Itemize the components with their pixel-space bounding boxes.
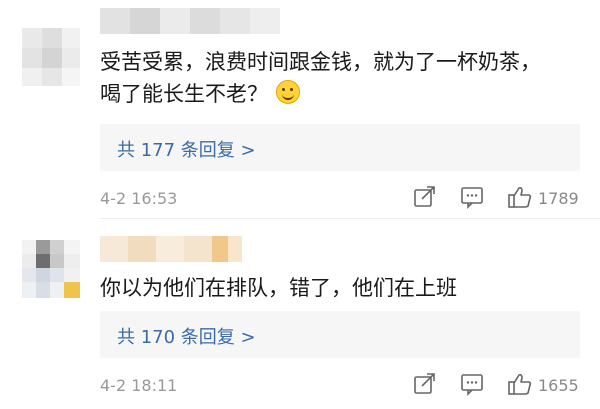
like-icon[interactable]	[507, 185, 533, 209]
comment-text-line: 喝了能长生不老？	[100, 82, 268, 106]
comment-meta: 4-2 18:11 1655	[100, 370, 586, 400]
comment-item: 你以为他们在排队，错了，他们在上班 共 170 条回复 > 4-2 18:11 …	[0, 222, 600, 409]
like-icon[interactable]	[507, 372, 533, 396]
username-blurred[interactable]	[100, 236, 242, 262]
comment-meta: 4-2 16:53 1789	[100, 183, 586, 213]
view-replies-button[interactable]: 共 177 条回复 >	[100, 124, 580, 171]
like-count: 1655	[538, 376, 579, 395]
comment-icon[interactable]	[459, 185, 485, 209]
username-blurred[interactable]	[100, 8, 280, 34]
view-replies-button[interactable]: 共 170 条回复 >	[100, 311, 580, 358]
comment-item: 受苦受累，浪费时间跟金钱，就为了一杯奶茶， 喝了能长生不老？ 共 177 条回复…	[0, 0, 600, 215]
replies-count-link[interactable]: 共 170 条回复 >	[117, 323, 256, 349]
comment-text-line: 受苦受累，浪费时间跟金钱，就为了一杯奶茶，	[100, 50, 541, 74]
comment-text: 受苦受累，浪费时间跟金钱，就为了一杯奶茶， 喝了能长生不老？	[100, 46, 586, 110]
share-icon[interactable]	[412, 185, 438, 209]
comment-icon[interactable]	[459, 372, 485, 396]
comment-time: 4-2 16:53	[100, 189, 178, 208]
comment-time: 4-2 18:11	[100, 376, 178, 395]
grinning-sweat-emoji-icon	[276, 80, 300, 104]
divider	[100, 218, 600, 219]
comment-text-line: 你以为他们在排队，错了，他们在上班	[100, 276, 457, 300]
replies-count-link[interactable]: 共 177 条回复 >	[117, 136, 256, 162]
share-icon[interactable]	[412, 372, 438, 396]
like-count: 1789	[538, 189, 579, 208]
avatar[interactable]	[22, 28, 80, 86]
comment-text: 你以为他们在排队，错了，他们在上班	[100, 272, 586, 304]
avatar[interactable]	[22, 240, 80, 298]
